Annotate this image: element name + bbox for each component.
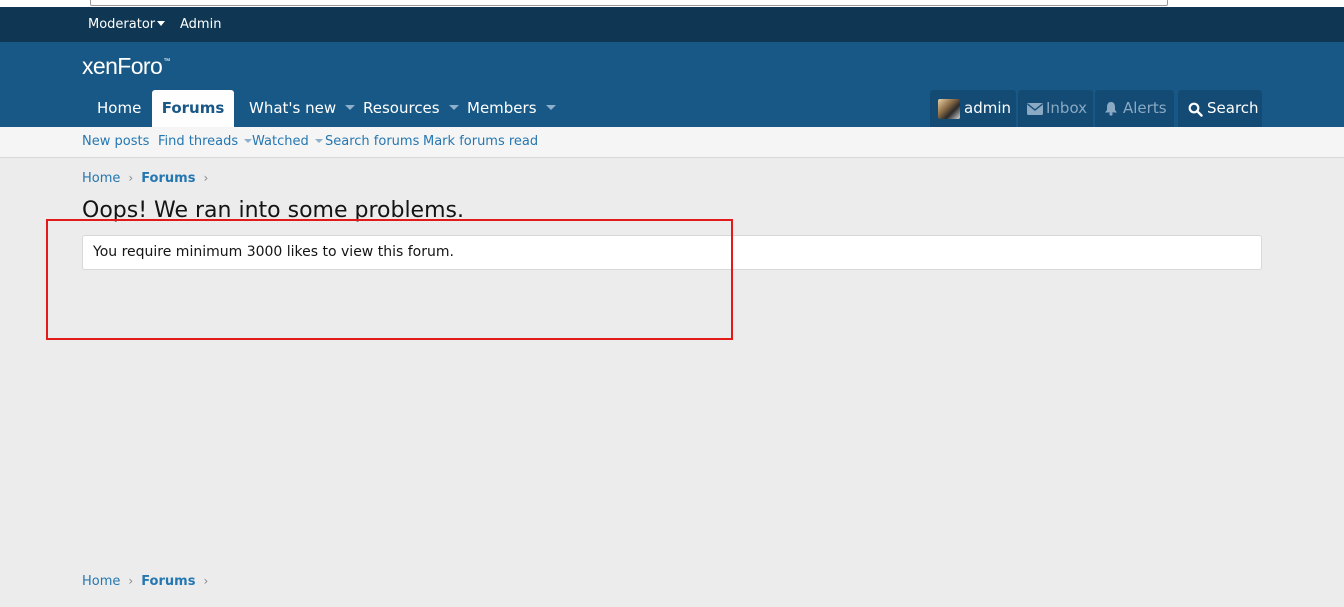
site-logo[interactable]: xenForo™ (82, 53, 170, 80)
subnav-label: New posts (82, 134, 150, 149)
subnav-label: Watched (252, 134, 309, 149)
admin-label: Admin (180, 17, 222, 32)
nav-tab-label: Members (467, 99, 537, 117)
breadcrumb-separator: › (203, 171, 209, 185)
chevron-down-icon[interactable] (345, 105, 356, 110)
breadcrumb-bottom: Home › Forums › (82, 572, 216, 590)
nav-tab-label: Home (97, 99, 142, 117)
nav-tab-label: Forums (161, 99, 225, 117)
alerts-button[interactable]: Alerts (1095, 90, 1174, 127)
breadcrumb-forums[interactable]: Forums (141, 574, 195, 589)
subnav-label: Mark forums read (423, 134, 539, 149)
moderator-label: Moderator (88, 17, 156, 32)
alerts-label: Alerts (1123, 99, 1167, 117)
breadcrumb: Home › Forums › (82, 169, 216, 187)
browser-frame (0, 0, 1344, 7)
chevron-down-icon[interactable] (448, 105, 459, 110)
subnav-new-posts[interactable]: New posts (82, 127, 149, 157)
annotation-highlight-box (46, 219, 733, 340)
chevron-down-icon (314, 138, 323, 143)
subnav-search-forums[interactable]: Search forums (325, 127, 419, 157)
envelope-icon (1027, 103, 1043, 115)
breadcrumb-home[interactable]: Home (82, 171, 120, 186)
admin-link[interactable]: Admin (180, 7, 221, 42)
breadcrumb-separator: › (128, 574, 134, 588)
nav-tab-home[interactable]: Home (97, 90, 141, 127)
search-label: Search (1207, 99, 1259, 117)
sub-nav: New posts Find threads Watched Search fo… (0, 127, 1344, 158)
search-icon (1188, 102, 1203, 117)
staff-bar: Moderator Admin (0, 7, 1344, 42)
breadcrumb-forums[interactable]: Forums (141, 171, 195, 186)
inbox-label: Inbox (1046, 99, 1088, 117)
bell-icon (1105, 102, 1117, 116)
site-header: xenForo™ Home Forums What's new Resource… (0, 42, 1344, 127)
logo-text: xenForo (82, 53, 163, 79)
breadcrumb-separator: › (128, 171, 134, 185)
moderator-menu[interactable]: Moderator (88, 7, 166, 42)
breadcrumb-separator: › (203, 574, 209, 588)
username: admin (964, 99, 1011, 117)
logo-trademark: ™ (163, 58, 170, 65)
chevron-down-icon (157, 21, 166, 26)
nav-tab-resources[interactable]: Resources (363, 90, 459, 127)
subnav-label: Find threads (158, 134, 239, 149)
account-menu[interactable]: admin (930, 90, 1016, 127)
subnav-mark-forums-read[interactable]: Mark forums read (423, 127, 538, 157)
breadcrumb-home[interactable]: Home (82, 574, 120, 589)
chevron-down-icon (244, 138, 253, 143)
nav-tab-label: What's new (249, 99, 337, 117)
address-bar[interactable] (90, 0, 1168, 6)
subnav-watched[interactable]: Watched (252, 127, 323, 157)
inbox-button[interactable]: Inbox (1018, 90, 1093, 127)
avatar (938, 99, 960, 119)
nav-tab-members[interactable]: Members (467, 90, 556, 127)
subnav-find-threads[interactable]: Find threads (158, 127, 253, 157)
nav-tab-whats-new[interactable]: What's new (249, 90, 356, 127)
subnav-label: Search forums (325, 134, 420, 149)
nav-tab-forums[interactable]: Forums (152, 90, 234, 127)
search-button[interactable]: Search (1178, 90, 1262, 127)
chevron-down-icon[interactable] (545, 105, 556, 110)
nav-tab-label: Resources (363, 99, 440, 117)
